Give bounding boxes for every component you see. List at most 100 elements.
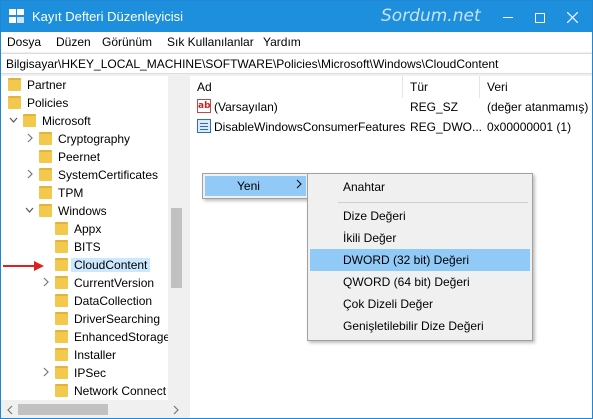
submenu-item-label: Çok Dizeli Değer — [343, 297, 434, 311]
tree-item-label: Partner — [27, 78, 67, 92]
folder-icon — [8, 78, 21, 91]
minimize-button[interactable] — [494, 1, 522, 32]
folder-icon — [55, 258, 68, 271]
folder-icon — [39, 132, 52, 145]
new-submenu: Anahtar Dize Değeri İkili Değer DWORD (3… — [307, 173, 533, 341]
folder-icon — [55, 222, 68, 235]
value-type: REG_DWO... — [410, 120, 483, 134]
value-data: (değer atanmamış) — [487, 100, 589, 114]
tree-item-label: DriverSearching — [74, 312, 161, 326]
window-title: Kayıt Defteri Düzenleyicisi — [32, 9, 183, 24]
menu-help[interactable]: Yardım — [263, 35, 301, 49]
red-arrow-annotation — [3, 261, 44, 271]
tree-item-label: Installer — [74, 348, 117, 362]
chevron-down-icon[interactable] — [25, 204, 34, 216]
tree-horizontal-scrollbar[interactable] — [1, 400, 185, 419]
value-name: DisableWindowsConsumerFeatures — [214, 120, 406, 134]
folder-icon — [55, 294, 68, 307]
tree-item-label: DataCollection — [74, 294, 153, 308]
tree-item-label: TPM — [58, 186, 84, 200]
folder-icon — [8, 96, 21, 109]
value-row[interactable]: ab (Varsayılan) REG_SZ (değer atanmamış) — [190, 98, 592, 116]
tree-item-label: EnhancedStorage — [74, 330, 171, 344]
submenu-item-label: Anahtar — [343, 180, 386, 194]
submenu-item-expandable-string-value[interactable]: Genişletilebilir Dize Değeri — [310, 315, 530, 337]
menu-item-label: Yeni — [237, 179, 260, 193]
scroll-left-icon[interactable] — [3, 400, 17, 419]
key-tree[interactable]: Partner Policies Microsoft Cryptography … — [1, 76, 185, 418]
value-data: 0x00000001 (1) — [487, 120, 572, 134]
value-name: (Varsayılan) — [214, 100, 278, 114]
tree-item-label: IPSec — [74, 366, 107, 380]
menu-view[interactable]: Görünüm — [102, 35, 152, 49]
submenu-item-qword-value[interactable]: QWORD (64 bit) Değeri — [310, 271, 530, 293]
close-icon — [566, 11, 578, 24]
submenu-arrow-icon — [296, 179, 302, 192]
address-path[interactable]: Bilgisayar\HKEY_LOCAL_MACHINE\SOFTWARE\P… — [6, 57, 498, 71]
submenu-item-label: İkili Değer — [343, 231, 397, 245]
value-type: REG_SZ — [410, 100, 459, 114]
submenu-item-label: QWORD (64 bit) Değeri — [343, 275, 470, 289]
tree-item-label: CurrentVersion — [74, 276, 155, 290]
submenu-item-label: DWORD (32 bit) Değeri — [343, 253, 470, 267]
menu-file[interactable]: Dosya — [7, 35, 41, 49]
context-menu: Yeni — [202, 173, 309, 199]
tree-item-label: Network Connect — [74, 384, 167, 398]
folder-open-icon — [23, 114, 36, 127]
submenu-item-label: Genişletilebilir Dize Değeri — [343, 319, 484, 333]
folder-icon — [55, 276, 68, 289]
column-header-data[interactable]: Veri — [480, 76, 592, 98]
column-header-name[interactable]: Ad — [190, 76, 403, 98]
folder-icon — [55, 366, 68, 379]
submenu-item-key[interactable]: Anahtar — [310, 176, 530, 198]
minimize-icon — [503, 17, 513, 19]
maximize-button[interactable] — [526, 1, 554, 32]
menu-edit[interactable]: Düzen — [56, 35, 91, 49]
regedit-window: Kayıt Defteri Düzenleyicisi Sordum.net D… — [0, 0, 593, 419]
submenu-item-dword-value[interactable]: DWORD (32 bit) Değeri — [310, 249, 530, 271]
folder-open-icon — [39, 204, 52, 217]
address-bar[interactable]: Bilgisayar\HKEY_LOCAL_MACHINE\SOFTWARE\P… — [1, 53, 592, 74]
menu-item-new[interactable]: Yeni — [205, 176, 306, 196]
folder-icon — [55, 240, 68, 253]
folder-icon — [39, 186, 52, 199]
chevron-right-icon[interactable] — [25, 168, 34, 180]
tree-item-label: Cryptography — [58, 132, 131, 146]
folder-icon — [39, 150, 52, 163]
menu-separator — [338, 202, 528, 203]
folder-icon — [55, 312, 68, 325]
submenu-item-multi-string-value[interactable]: Çok Dizeli Değer — [310, 293, 530, 315]
watermark-logo: Sordum.net — [381, 6, 481, 26]
chevron-right-icon[interactable] — [41, 366, 50, 378]
chevron-right-icon[interactable] — [25, 132, 34, 144]
tree-item-label: BITS — [74, 240, 101, 254]
scrollbar-thumb[interactable] — [171, 208, 182, 288]
folder-icon — [39, 168, 52, 181]
chevron-down-icon[interactable] — [9, 114, 18, 126]
tree-item-label: Appx — [74, 222, 102, 236]
folder-icon — [55, 348, 68, 361]
tree-item-label: Microsoft — [42, 114, 91, 128]
tree-item-label: Windows — [58, 204, 107, 218]
title-bar[interactable]: Kayıt Defteri Düzenleyicisi Sordum.net — [1, 1, 592, 32]
tree-item-label: SystemCertificates — [58, 168, 159, 182]
tree-item-label: Policies — [27, 96, 69, 110]
dword-value-icon — [197, 119, 211, 133]
folder-icon — [55, 384, 68, 397]
scrollbar-thumb[interactable] — [18, 404, 108, 415]
column-header-type[interactable]: Tür — [403, 76, 480, 98]
menu-favorites[interactable]: Sık Kullanılanlar — [167, 35, 254, 49]
tree-vertical-scrollbar[interactable] — [168, 76, 185, 418]
tree-item-label: Peernet — [58, 150, 101, 164]
chevron-right-icon[interactable] — [41, 276, 50, 288]
submenu-item-string-value[interactable]: Dize Değeri — [310, 205, 530, 227]
string-value-icon: ab — [197, 99, 211, 113]
tree-item-label: CloudContent — [71, 258, 151, 272]
regedit-app-icon — [9, 9, 25, 24]
submenu-item-binary-value[interactable]: İkili Değer — [310, 227, 530, 249]
value-row[interactable]: DisableWindowsConsumerFeatures REG_DWO..… — [190, 118, 592, 136]
maximize-icon — [535, 12, 545, 23]
scroll-right-icon[interactable] — [169, 400, 183, 419]
close-button[interactable] — [558, 1, 586, 32]
menu-bar: Dosya Düzen Görünüm Sık Kullanılanlar Ya… — [1, 32, 592, 52]
